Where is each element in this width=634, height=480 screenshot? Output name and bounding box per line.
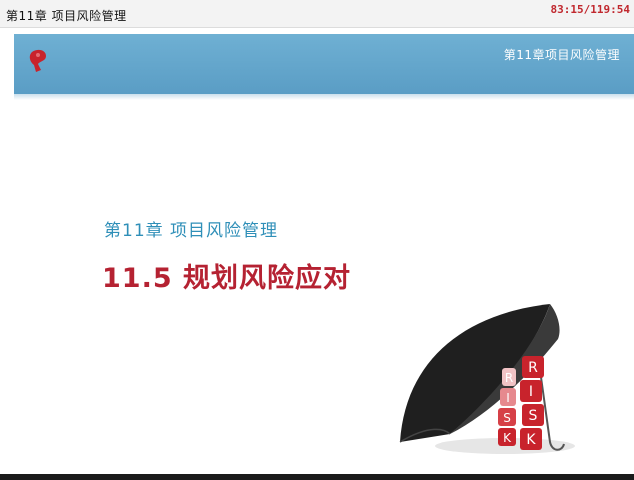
chapter-title: 第11章 项目风险管理	[104, 221, 279, 241]
banner-shadow	[14, 94, 634, 100]
section-title: 11.5 规划风险应对	[102, 263, 352, 294]
block-letter: K	[503, 431, 512, 445]
block-letter: R	[505, 371, 513, 385]
umbrella-risk-icon: R I S K R I S K	[399, 304, 575, 454]
block-letter: S	[529, 408, 538, 424]
slide-header-banner: 第11章项目风险管理	[14, 34, 634, 94]
block-letter: I	[529, 384, 533, 400]
block-letter: K	[526, 432, 536, 448]
block-letter: R	[528, 360, 538, 376]
logo-icon	[29, 49, 46, 72]
playback-timer: 83:15/119:54	[550, 3, 630, 16]
slide: 第11章项目风险管理 第11章 项目风险管理 11.5 规划风险应对 R I S	[14, 34, 634, 474]
bottom-edge	[0, 474, 634, 480]
window-title: 第11章 项目风险管理	[6, 9, 127, 23]
window-titlebar: 第11章 项目风险管理 83:15/119:54	[0, 0, 634, 28]
block-letter: S	[503, 411, 511, 425]
block-letter: I	[506, 391, 510, 405]
banner-title: 第11章项目风险管理	[503, 48, 620, 62]
